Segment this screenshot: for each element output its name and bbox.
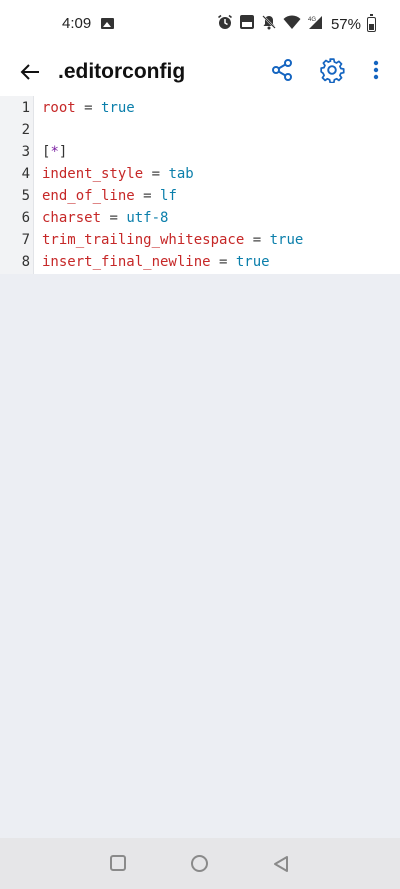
code-operator: = bbox=[101, 210, 127, 226]
line-number: 5 bbox=[21, 188, 30, 204]
code-line[interactable]: 4 indent_style = tab bbox=[0, 163, 400, 185]
code-value: true bbox=[235, 254, 270, 270]
code-line[interactable]: 5 end_of_line = lf bbox=[0, 185, 400, 207]
svg-text:4G: 4G bbox=[308, 17, 316, 23]
section-glob: * bbox=[50, 144, 59, 160]
back-icon[interactable] bbox=[272, 855, 290, 873]
battery-percent: 57% bbox=[330, 15, 361, 33]
code-operator: = bbox=[210, 254, 236, 270]
code-operator: = bbox=[143, 166, 169, 182]
page-title: .editorconfig bbox=[58, 60, 186, 83]
alarm-icon bbox=[217, 14, 233, 34]
code-operator: = bbox=[244, 232, 270, 248]
code-key: charset bbox=[42, 210, 102, 226]
share-icon bbox=[272, 59, 292, 81]
wifi-icon bbox=[283, 14, 301, 34]
line-number: 8 bbox=[21, 254, 30, 270]
line-number: 1 bbox=[21, 100, 30, 116]
status-bar: 4:09 4G 57% bbox=[0, 0, 400, 48]
settings-button[interactable] bbox=[318, 54, 346, 86]
code-operator: = bbox=[75, 100, 102, 116]
code-key: end_of_line bbox=[42, 188, 135, 204]
code-line[interactable]: 2 bbox=[0, 119, 400, 141]
code-value: true bbox=[269, 232, 304, 248]
home-icon[interactable] bbox=[191, 855, 208, 872]
code-key: indent_style bbox=[42, 166, 144, 182]
line-number: 2 bbox=[21, 122, 30, 138]
image-icon bbox=[101, 18, 114, 29]
code-block[interactable]: 1 root = true 2 3 [*] 4 indent_style = t… bbox=[0, 96, 400, 274]
code-value: lf bbox=[160, 188, 177, 204]
recents-icon[interactable] bbox=[110, 855, 126, 871]
code-line[interactable]: 3 [*] bbox=[0, 141, 400, 163]
editor-area[interactable]: 1 root = true 2 3 [*] 4 indent_style = t… bbox=[0, 96, 400, 838]
mute-icon bbox=[261, 14, 277, 34]
more-options-button[interactable] bbox=[366, 54, 386, 86]
code-value: true bbox=[101, 100, 135, 116]
code-operator: = bbox=[134, 188, 161, 204]
code-line[interactable]: 8 insert_final_newline = true bbox=[0, 251, 400, 273]
line-number: 3 bbox=[21, 144, 30, 160]
code-key: root bbox=[42, 100, 76, 116]
code-line[interactable]: 6 charset = utf-8 bbox=[0, 207, 400, 229]
volte-icon bbox=[239, 14, 255, 34]
code-line[interactable]: 1 root = true bbox=[0, 97, 400, 119]
section-bracket-close: ] bbox=[58, 144, 68, 160]
app-bar: .editorconfig bbox=[0, 48, 400, 96]
share-button[interactable] bbox=[268, 54, 296, 86]
back-button[interactable] bbox=[16, 56, 44, 88]
line-number: 4 bbox=[21, 166, 30, 182]
battery-icon bbox=[367, 13, 376, 32]
status-time: 4:09 bbox=[62, 15, 92, 32]
code-value: tab bbox=[168, 166, 194, 182]
more-vertical-icon bbox=[373, 60, 379, 80]
status-icons: 4G 57% bbox=[217, 13, 376, 34]
code-value: utf-8 bbox=[126, 210, 169, 226]
code-key: insert_final_newline bbox=[42, 254, 211, 270]
line-number: 6 bbox=[21, 210, 30, 226]
code-key: trim_trailing_whitespace bbox=[42, 232, 245, 248]
arrow-left-icon bbox=[20, 64, 39, 80]
code-line[interactable]: 7 trim_trailing_whitespace = true bbox=[0, 229, 400, 251]
system-nav-bar bbox=[0, 838, 400, 889]
gear-icon bbox=[320, 58, 345, 83]
line-number: 7 bbox=[21, 232, 30, 248]
signal-4g-icon: 4G bbox=[307, 14, 323, 34]
